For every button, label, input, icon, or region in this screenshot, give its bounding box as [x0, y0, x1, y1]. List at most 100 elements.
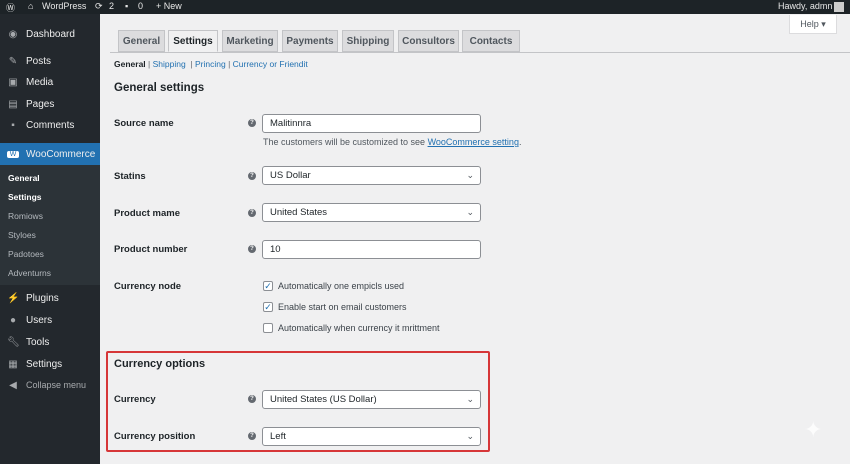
- tab-consultors[interactable]: Consultors: [398, 30, 459, 52]
- submenu-padotoes[interactable]: Padotoes: [8, 249, 44, 259]
- currency-select[interactable]: United States (US Dollar) ⌄: [262, 390, 481, 409]
- tab-general[interactable]: General: [118, 30, 165, 52]
- sidebar-item-label: Posts: [26, 55, 52, 67]
- currency-position-select[interactable]: Left ⌄: [262, 427, 481, 446]
- sidebar-item-label: Media: [26, 76, 54, 88]
- sidebar-item-label: Users: [26, 314, 53, 326]
- sublink-currency[interactable]: Currency or Friendit: [233, 59, 308, 69]
- submenu-adventurns[interactable]: Adventurns: [8, 268, 51, 278]
- collapse-icon: ◀: [9, 379, 17, 391]
- product-name-select[interactable]: United States ⌄: [262, 203, 481, 222]
- sidebar-item-comments[interactable]: ▪ Comments: [0, 115, 100, 135]
- sidebar-item-label: WooCommerce: [26, 148, 96, 160]
- help-icon[interactable]: ?: [248, 395, 256, 403]
- media-icon: ▣: [8, 76, 18, 88]
- sublink-princing[interactable]: Princing: [195, 59, 226, 69]
- sidebar-item-tools[interactable]: 🔧︎ Tools: [0, 332, 100, 352]
- sidebar-item-media[interactable]: ▣ Media: [0, 72, 100, 92]
- tabs-divider: [110, 52, 850, 53]
- submenu-general[interactable]: General: [8, 173, 40, 183]
- site-name-link[interactable]: WordPress: [42, 1, 86, 11]
- comments-count[interactable]: 0: [138, 1, 143, 11]
- pin-icon: ✎: [8, 55, 18, 67]
- sidebar-item-pages[interactable]: ▤ Pages: [0, 94, 100, 114]
- tab-payments[interactable]: Payments: [282, 30, 338, 52]
- sidebar-item-settings[interactable]: ▦ Settings: [0, 354, 100, 374]
- checkbox-auto-currency[interactable]: [263, 323, 273, 333]
- greeting-link[interactable]: Hawdy, admn: [778, 1, 832, 11]
- section-title: General settings: [114, 82, 205, 94]
- tab-shipping[interactable]: Shipping: [342, 30, 394, 52]
- sidebar: ◉ Dashboard ✎ Posts ▣ Media ▤ Pages ▪ Comment…: [0, 14, 100, 464]
- sidebar-item-label: Pages: [26, 98, 55, 110]
- currency-label: Currency: [114, 394, 156, 405]
- source-name-description: The customers will be customized to see …: [263, 137, 521, 147]
- sidebar-item-label: Comments: [26, 119, 75, 131]
- statins-label: Statins: [114, 171, 146, 182]
- comments-icon[interactable]: ▪: [125, 1, 128, 11]
- select-value: United States: [270, 207, 328, 218]
- product-number-label: Product number: [114, 244, 188, 255]
- submenu-styloes[interactable]: Styloes: [8, 230, 36, 240]
- submenu-romiows[interactable]: Romiows: [8, 211, 43, 221]
- currency-position-label: Currency position: [114, 431, 196, 442]
- wrench-icon: 🔧︎: [7, 336, 20, 348]
- help-icon[interactable]: ?: [248, 209, 256, 217]
- collapse-menu-button[interactable]: ◀ Collapse menu: [0, 375, 100, 395]
- comment-icon: ▪: [11, 119, 15, 131]
- checkbox-enable-start[interactable]: ✓: [263, 302, 273, 312]
- source-name-input[interactable]: Malitinnra: [262, 114, 481, 133]
- sidebar-item-users[interactable]: ● Users: [0, 310, 100, 330]
- select-value: United States (US Dollar): [270, 394, 377, 405]
- sublinks: General | Shipping | Princing | Currency…: [114, 59, 308, 69]
- woocommerce-setting-link[interactable]: WooCommerce setting: [428, 137, 519, 147]
- chevron-down-icon: ⌄: [466, 207, 474, 217]
- sidebar-item-plugins[interactable]: ⚡ Plugins: [0, 288, 100, 308]
- chevron-down-icon: ⌄: [466, 431, 474, 441]
- chevron-down-icon: ⌄: [466, 394, 474, 404]
- checkbox-label: Automatically when currency it mrittment: [278, 323, 440, 333]
- help-button[interactable]: Help ▾: [789, 15, 837, 34]
- sidebar-item-woocommerce[interactable]: W WooCommerce: [0, 143, 100, 165]
- sidebar-item-label: Tools: [26, 336, 50, 348]
- product-number-input[interactable]: 10: [262, 240, 481, 259]
- woocommerce-submenu: General Settings Romiows Styloes Padotoe…: [0, 165, 100, 285]
- currency-node-label: Currency node: [114, 281, 182, 292]
- help-icon[interactable]: ?: [248, 245, 256, 253]
- dashboard-icon: ◉: [8, 28, 18, 40]
- wordpress-logo-icon[interactable]: Ⓦ: [6, 1, 15, 14]
- checkbox-auto-empicls[interactable]: ✓: [263, 281, 273, 291]
- product-name-label: Product mame: [114, 208, 180, 219]
- pages-icon: ▤: [8, 98, 18, 110]
- admin-bar: Ⓦ ⌂ WordPress ⟳ 2 ▪ 0 + New Hawdy, admn: [0, 0, 850, 14]
- help-icon[interactable]: ?: [248, 119, 256, 127]
- sidebar-item-label: Settings: [26, 358, 63, 370]
- select-value: Left: [270, 431, 286, 442]
- checkbox-label: Automatically one empicls used: [278, 281, 405, 291]
- tab-contacts[interactable]: Contacts: [462, 30, 520, 52]
- description-text: The customers will be customized to see: [263, 137, 428, 147]
- source-name-label: Source name: [114, 118, 174, 129]
- sublink-shipping[interactable]: Shipping: [153, 59, 186, 69]
- statins-select[interactable]: US Dollar ⌄: [262, 166, 481, 185]
- sidebar-item-label: Dashboard: [26, 28, 75, 40]
- settings-icon: ▦: [8, 358, 18, 370]
- description-end: .: [518, 137, 522, 147]
- submenu-settings[interactable]: Settings: [8, 192, 42, 202]
- tab-marketing[interactable]: Marketing: [222, 30, 278, 52]
- updates-icon[interactable]: ⟳: [95, 1, 103, 12]
- help-icon[interactable]: ?: [248, 432, 256, 440]
- home-icon: ⌂: [28, 1, 34, 11]
- new-content-link[interactable]: + New: [156, 1, 182, 11]
- sidebar-item-dashboard[interactable]: ◉ Dashboard: [0, 24, 100, 44]
- sublink-general[interactable]: General: [114, 59, 146, 69]
- tab-settings[interactable]: Settings: [168, 30, 218, 52]
- updates-count[interactable]: 2: [109, 1, 114, 11]
- sidebar-item-posts[interactable]: ✎ Posts: [0, 51, 100, 71]
- chevron-down-icon: ⌄: [466, 170, 474, 180]
- user-icon: ●: [9, 314, 17, 326]
- help-icon[interactable]: ?: [248, 172, 256, 180]
- plugin-icon: ⚡: [7, 292, 20, 304]
- sidebar-item-label: Collapse menu: [26, 380, 87, 390]
- avatar[interactable]: [834, 2, 844, 12]
